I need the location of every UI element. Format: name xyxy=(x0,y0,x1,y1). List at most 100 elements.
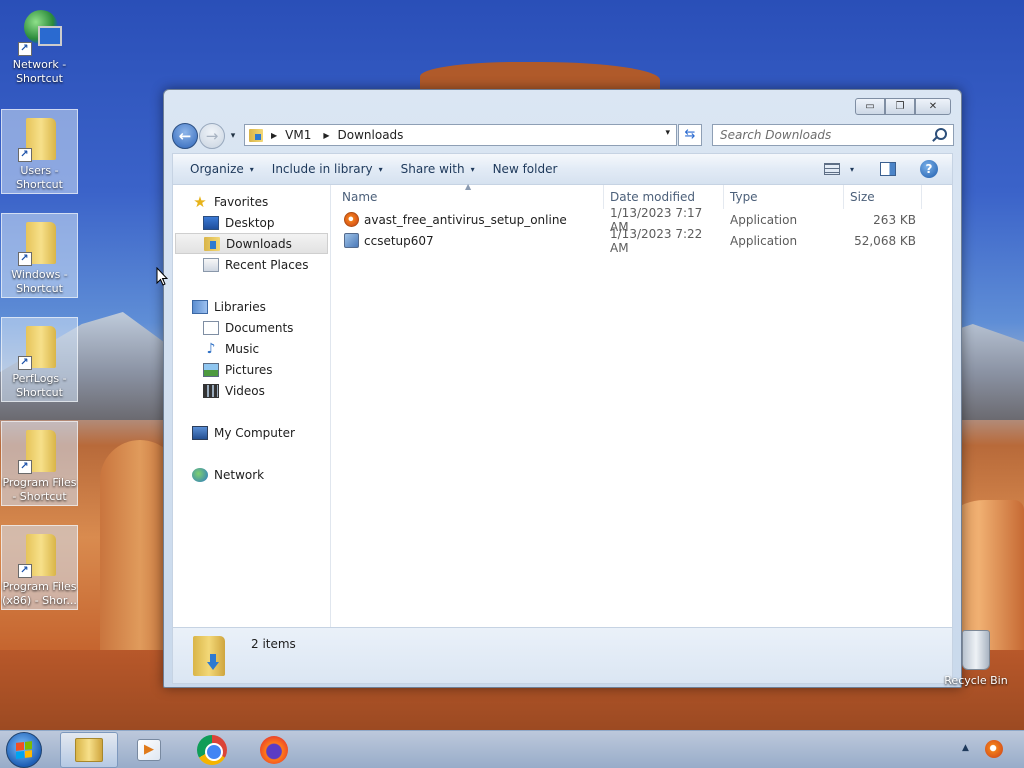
forward-button[interactable]: → xyxy=(199,123,225,149)
nav-item-downloads[interactable]: Downloads xyxy=(175,233,328,254)
documents-icon xyxy=(203,320,219,335)
recent-pages-dropdown[interactable]: ▾ xyxy=(227,131,239,141)
libraries-icon xyxy=(192,299,208,314)
nav-label: Downloads xyxy=(226,236,292,251)
column-header-name[interactable]: ▲ Name xyxy=(331,182,604,209)
desktop-icon-users-shortcut[interactable]: ↗ Users - Shortcut xyxy=(1,109,78,194)
details-pane: 2 items xyxy=(172,628,953,684)
preview-pane-icon[interactable] xyxy=(880,162,896,176)
column-header-size[interactable]: Size xyxy=(844,185,922,209)
close-button[interactable]: ✕ xyxy=(915,98,951,115)
navigation-bar: ← → ▾ ▶ VM1 ▶ Downloads ▾ ⇆ xyxy=(172,123,954,149)
sort-ascending-icon: ▲ xyxy=(465,182,472,191)
nav-item-libraries[interactable]: Libraries xyxy=(173,296,330,317)
share-with-label: Share with xyxy=(400,162,465,176)
nav-item-network[interactable]: Network xyxy=(173,464,330,485)
nav-label: Favorites xyxy=(214,194,269,209)
desktop-icon-program-files-shortcut[interactable]: ↗ Program Files - Shortcut xyxy=(1,421,78,506)
command-bar: Organize ▾ Include in library ▾ Share wi… xyxy=(172,153,953,185)
column-header-date-modified[interactable]: Date modified xyxy=(604,185,724,209)
view-options-chevron-icon[interactable]: ▾ xyxy=(850,165,854,174)
nav-label: Documents xyxy=(225,320,294,335)
nav-label: Recent Places xyxy=(225,257,309,272)
shortcut-arrow-icon: ↗ xyxy=(17,564,32,578)
folder-icon: ↗ xyxy=(17,426,62,476)
help-icon[interactable]: ? xyxy=(920,160,938,178)
nav-item-documents[interactable]: Documents xyxy=(173,317,330,338)
nav-item-pictures[interactable]: Pictures xyxy=(173,359,330,380)
address-dropdown-icon[interactable]: ▾ xyxy=(665,128,670,138)
downloads-folder-icon xyxy=(204,236,220,251)
desktop-icon-label: PerfLogs - Shortcut xyxy=(12,372,67,399)
search-icon[interactable] xyxy=(935,128,947,140)
file-type: Application xyxy=(730,233,798,248)
start-button[interactable] xyxy=(6,732,42,768)
search-input[interactable] xyxy=(720,128,925,142)
breadcrumb-downloads[interactable]: Downloads xyxy=(338,128,404,142)
share-with-button[interactable]: Share with ▾ xyxy=(392,154,484,184)
nav-label: Libraries xyxy=(214,299,266,314)
nav-item-recent-places[interactable]: Recent Places xyxy=(173,254,330,275)
videos-icon xyxy=(203,383,219,398)
shortcut-arrow-icon: ↗ xyxy=(17,460,32,474)
taskbar-media-player[interactable]: ▶ xyxy=(120,732,178,768)
folder-icon: ↗ xyxy=(17,114,62,164)
avast-tray-icon[interactable] xyxy=(985,740,1003,758)
minimize-button[interactable]: ▭ xyxy=(855,98,885,115)
desktop-icon-perflogs-shortcut[interactable]: ↗ PerfLogs - Shortcut xyxy=(1,317,78,402)
nav-item-favorites[interactable]: ★ Favorites xyxy=(173,191,330,212)
desktop-icon-network-shortcut[interactable]: ↗ Network - Shortcut xyxy=(1,4,78,86)
desktop-icon-windows-shortcut[interactable]: ↗ Windows - Shortcut xyxy=(1,213,78,298)
recycle-bin-label: Recycle Bin xyxy=(944,674,1008,687)
nav-item-desktop[interactable]: Desktop xyxy=(173,212,330,233)
breadcrumb-separator-icon[interactable]: ▶ xyxy=(323,131,329,140)
column-label: Name xyxy=(342,190,378,204)
maximize-button[interactable]: ❐ xyxy=(885,98,915,115)
explorer-content: ★ Favorites Desktop Downloads Recent Pla… xyxy=(172,182,953,628)
include-in-library-button[interactable]: Include in library ▾ xyxy=(263,154,392,184)
windows-logo-icon xyxy=(16,741,32,759)
nav-label: My Computer xyxy=(214,425,295,440)
mouse-cursor-icon xyxy=(156,266,169,290)
file-name: ccsetup607 xyxy=(364,233,434,248)
nav-item-my-computer[interactable]: My Computer xyxy=(173,422,330,443)
desktop-icon xyxy=(203,215,219,230)
breadcrumb-separator-icon[interactable]: ▶ xyxy=(271,131,277,140)
chevron-down-icon: ▾ xyxy=(470,164,475,174)
desktop-icon-recycle-bin[interactable]: Recycle Bin xyxy=(940,630,1012,687)
back-button[interactable]: ← xyxy=(172,123,198,149)
taskbar-explorer[interactable] xyxy=(60,732,118,768)
shortcut-arrow-icon: ↗ xyxy=(17,356,32,370)
downloads-folder-icon xyxy=(193,636,225,676)
new-folder-label: New folder xyxy=(492,162,558,176)
shortcut-arrow-icon: ↗ xyxy=(17,148,32,162)
nav-item-videos[interactable]: Videos xyxy=(173,380,330,401)
column-header-type[interactable]: Type xyxy=(724,185,844,209)
change-view-icon[interactable] xyxy=(823,163,840,175)
refresh-button[interactable]: ⇆ xyxy=(678,124,702,146)
taskbar-chrome[interactable] xyxy=(183,732,241,768)
address-bar[interactable]: ▶ VM1 ▶ Downloads ▾ xyxy=(244,124,677,146)
navigation-pane: ★ Favorites Desktop Downloads Recent Pla… xyxy=(173,185,331,627)
nav-label: Music xyxy=(225,341,260,356)
star-icon: ★ xyxy=(193,192,207,211)
chevron-down-icon: ▾ xyxy=(378,164,383,174)
organize-button[interactable]: Organize ▾ xyxy=(173,154,263,184)
taskbar-firefox[interactable] xyxy=(245,732,303,768)
chrome-icon xyxy=(197,735,227,765)
nav-item-music[interactable]: ♪ Music xyxy=(173,338,330,359)
media-player-icon: ▶ xyxy=(137,739,161,761)
file-row[interactable]: ccsetup607 1/13/2023 7:22 AM Application… xyxy=(331,227,952,255)
firefox-icon xyxy=(260,736,288,764)
search-box[interactable] xyxy=(712,124,954,146)
folder-icon: ↗ xyxy=(17,322,62,372)
desktop-icon-label: Program Files - Shortcut xyxy=(2,476,77,503)
desktop-icon-label: Program Files (x86) - Shor... xyxy=(2,580,77,607)
network-icon xyxy=(192,467,208,482)
ccleaner-installer-icon xyxy=(344,233,359,248)
breadcrumb-vm1[interactable]: VM1 xyxy=(285,128,311,142)
show-hidden-icons-button[interactable]: ▲ xyxy=(962,743,969,753)
new-folder-button[interactable]: New folder xyxy=(484,154,567,184)
music-icon: ♪ xyxy=(206,340,216,357)
desktop-icon-program-files-x86-shortcut[interactable]: ↗ Program Files (x86) - Shor... xyxy=(1,525,78,610)
